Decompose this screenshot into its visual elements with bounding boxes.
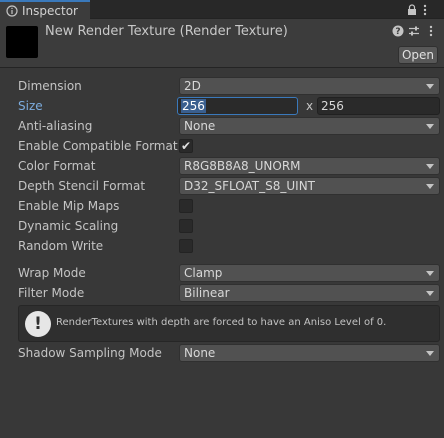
compatible-format-row: Enable Compatible Format ✔ — [0, 136, 444, 156]
help-icon[interactable]: ? — [391, 24, 405, 38]
chevron-down-icon — [426, 184, 434, 189]
anti-aliasing-value: None — [184, 119, 216, 133]
help-box: ! RenderTextures with depth are forced t… — [18, 305, 440, 342]
filter-mode-value: Bilinear — [184, 286, 230, 300]
wrap-mode-value: Clamp — [184, 266, 223, 280]
chevron-down-icon — [426, 271, 434, 276]
mip-maps-checkbox[interactable] — [179, 199, 193, 213]
size-height-field[interactable]: 256 — [317, 97, 440, 115]
size-width-value: 256 — [181, 99, 206, 113]
chevron-down-icon — [426, 84, 434, 89]
shadow-sampling-value: None — [184, 346, 216, 360]
dimension-dropdown[interactable]: 2D — [179, 77, 440, 95]
color-format-label: Color Format — [18, 159, 96, 173]
mip-maps-row: Enable Mip Maps — [0, 196, 444, 216]
dimension-value: 2D — [184, 79, 201, 93]
size-row: Size 256 x 256 — [0, 96, 444, 116]
color-format-row: Color Format R8G8B8A8_UNORM — [0, 156, 444, 176]
random-write-checkbox[interactable] — [179, 239, 193, 253]
size-height-value: 256 — [321, 99, 344, 113]
size-label: Size — [18, 99, 43, 113]
help-message: RenderTextures with depth are forced to … — [56, 317, 387, 328]
shadow-sampling-label: Shadow Sampling Mode — [18, 346, 162, 360]
random-write-label: Random Write — [18, 239, 104, 253]
random-write-row: Random Write — [0, 236, 444, 256]
wrap-mode-dropdown[interactable]: Clamp — [179, 264, 440, 282]
anti-aliasing-label: Anti-aliasing — [18, 119, 93, 133]
depth-stencil-label: Depth Stencil Format — [18, 179, 146, 193]
filter-mode-label: Filter Mode — [18, 286, 85, 300]
wrap-mode-label: Wrap Mode — [18, 266, 86, 280]
more-options-icon[interactable] — [424, 24, 438, 38]
dynamic-scaling-row: Dynamic Scaling — [0, 216, 444, 236]
size-width-field[interactable]: 256 — [177, 97, 298, 115]
shadow-sampling-dropdown[interactable]: None — [179, 344, 440, 362]
settings-sliders-icon[interactable] — [407, 24, 421, 38]
dimension-row: Dimension 2D — [0, 76, 444, 96]
mip-maps-label: Enable Mip Maps — [18, 199, 120, 213]
warning-glyph: ! — [34, 313, 42, 334]
depth-stencil-row: Depth Stencil Format D32_SFLOAT_S8_UINT — [0, 176, 444, 196]
more-options-icon[interactable] — [421, 1, 429, 18]
filter-mode-row: Filter Mode Bilinear — [0, 283, 444, 303]
tab-bar: Inspector — [0, 0, 444, 19]
asset-title: New Render Texture (Render Texture) — [45, 24, 288, 39]
filter-mode-dropdown[interactable]: Bilinear — [179, 284, 440, 302]
compatible-format-label: Enable Compatible Format — [18, 139, 178, 153]
lock-icon[interactable] — [406, 1, 418, 18]
texture-preview-thumbnail — [6, 26, 38, 58]
chevron-down-icon — [426, 351, 434, 356]
chevron-down-icon — [426, 291, 434, 296]
tab-inspector[interactable]: Inspector — [0, 0, 90, 19]
depth-stencil-value: D32_SFLOAT_S8_UINT — [184, 179, 316, 193]
wrap-mode-row: Wrap Mode Clamp — [0, 263, 444, 283]
color-format-value: R8G8B8A8_UNORM — [184, 159, 301, 173]
warning-icon: ! — [25, 311, 51, 337]
dynamic-scaling-checkbox[interactable] — [179, 219, 193, 233]
inspector-header: New Render Texture (Render Texture) ? Op… — [0, 19, 444, 68]
compatible-format-checkbox[interactable]: ✔ — [179, 139, 193, 153]
open-button[interactable]: Open — [398, 46, 438, 64]
info-icon — [6, 4, 18, 17]
svg-text:?: ? — [395, 27, 400, 37]
dimension-label: Dimension — [18, 79, 82, 93]
tab-label: Inspector — [22, 3, 78, 18]
shadow-sampling-row: Shadow Sampling Mode None — [0, 343, 444, 363]
color-format-dropdown[interactable]: R8G8B8A8_UNORM — [179, 157, 440, 175]
chevron-down-icon — [426, 164, 434, 169]
anti-aliasing-row: Anti-aliasing None — [0, 116, 444, 136]
depth-stencil-dropdown[interactable]: D32_SFLOAT_S8_UINT — [179, 177, 440, 195]
property-panel: Dimension 2D Size 256 x 256 Anti-aliasin… — [0, 68, 444, 438]
anti-aliasing-dropdown[interactable]: None — [179, 117, 440, 135]
size-separator: x — [306, 99, 314, 113]
dynamic-scaling-label: Dynamic Scaling — [18, 219, 119, 233]
chevron-down-icon — [426, 124, 434, 129]
